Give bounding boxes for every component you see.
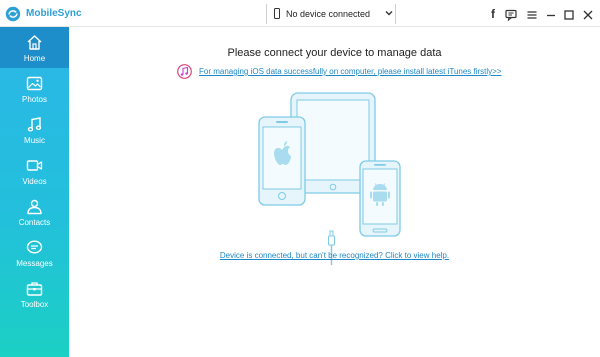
device-selector-dropdown[interactable]: No device connected: [266, 4, 396, 24]
sidebar-item-label: Home: [23, 54, 46, 63]
sidebar-item-label: Music: [24, 136, 45, 145]
sidebar-item-label: Videos: [22, 177, 47, 186]
sidebar-item-home[interactable]: Home: [0, 27, 69, 68]
itunes-icon: [177, 64, 192, 79]
photos-icon: [26, 76, 43, 91]
contacts-icon: [27, 199, 42, 215]
maximize-icon[interactable]: [563, 9, 575, 21]
menu-icon[interactable]: [526, 9, 538, 21]
sidebar-item-videos[interactable]: Videos: [0, 150, 69, 191]
devices-illustration: [258, 92, 401, 265]
sidebar-item-toolbox[interactable]: Toolbox: [0, 273, 69, 314]
install-itunes-link[interactable]: For managing iOS data successfully on co…: [199, 67, 502, 76]
main-panel: Please connect your device to manage dat…: [69, 27, 600, 357]
feedback-icon[interactable]: [505, 9, 517, 21]
app-title: MobileSync: [26, 8, 82, 19]
sidebar: Home Photos Music Videos Contacts Messag…: [0, 27, 69, 357]
app-logo-icon: [5, 6, 21, 22]
close-icon[interactable]: [582, 9, 594, 21]
sidebar-item-photos[interactable]: Photos: [0, 68, 69, 109]
messages-icon: [26, 240, 43, 254]
page-title: Please connect your device to manage dat…: [227, 47, 442, 59]
home-icon: [27, 35, 42, 50]
chevron-down-icon: [385, 11, 393, 16]
sidebar-item-messages[interactable]: Messages: [0, 232, 69, 273]
sidebar-item-music[interactable]: Music: [0, 109, 69, 150]
videos-icon: [26, 160, 43, 171]
device-not-recognized-help-link[interactable]: Device is connected, but can't be recogn…: [69, 251, 600, 260]
sidebar-item-contacts[interactable]: Contacts: [0, 191, 69, 232]
sidebar-item-label: Messages: [16, 259, 53, 268]
music-icon: [27, 117, 42, 132]
sidebar-item-label: Toolbox: [20, 300, 49, 309]
minimize-icon[interactable]: [545, 9, 557, 21]
toolbox-icon: [26, 282, 43, 296]
phone-icon: [274, 8, 280, 19]
sidebar-item-label: Photos: [22, 95, 47, 104]
facebook-icon[interactable]: f: [487, 7, 499, 21]
device-selector-label: No device connected: [286, 9, 371, 19]
sidebar-item-label: Contacts: [18, 218, 51, 227]
title-bar: MobileSync No device connected f: [0, 0, 600, 27]
